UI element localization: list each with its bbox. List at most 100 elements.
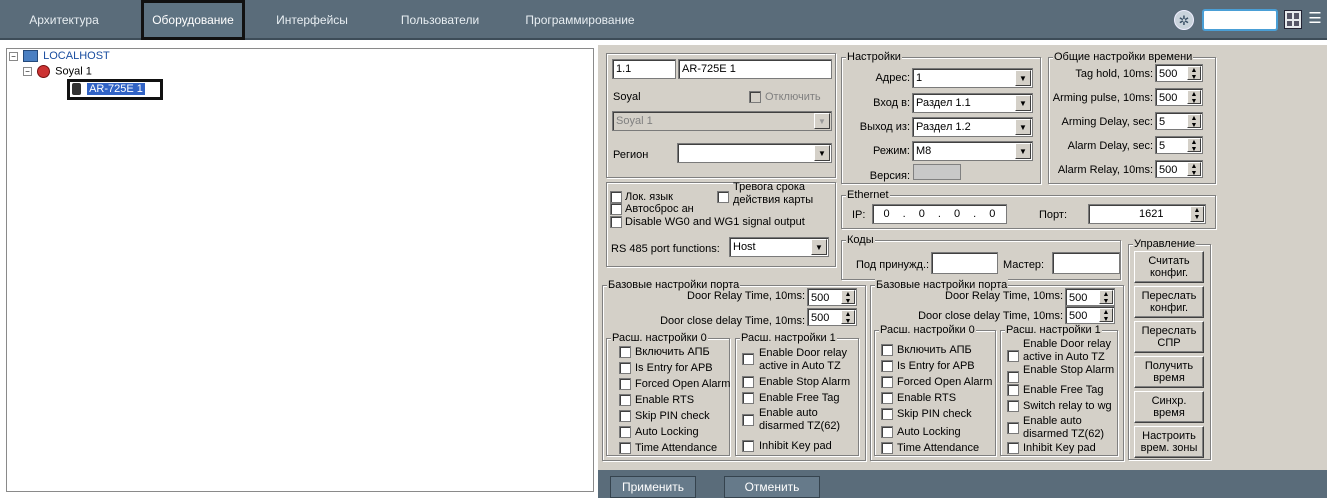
ext0-checkbox[interactable] xyxy=(619,362,631,374)
disable-checkbox[interactable] xyxy=(749,91,761,103)
ext1-checkbox[interactable] xyxy=(742,376,754,388)
apply-button[interactable]: Применить xyxy=(610,476,696,498)
device-name-field[interactable]: AR-725E 1 xyxy=(678,59,832,79)
chevron-down-icon[interactable]: ▼ xyxy=(1015,70,1031,86)
region-label: Регион xyxy=(613,149,649,161)
region-select[interactable]: ▼ xyxy=(677,143,832,163)
send-config-button[interactable]: Переслать конфиг. xyxy=(1134,286,1204,318)
collapse-icon[interactable]: − xyxy=(23,67,32,76)
chevron-down-icon[interactable]: ▼ xyxy=(1015,143,1031,159)
chevron-down-icon[interactable]: ▼ xyxy=(1015,95,1031,111)
tree-node-reader[interactable]: AR-725E 1 xyxy=(67,79,163,100)
exit-select[interactable]: Раздел 1.2 ▼ xyxy=(912,117,1033,137)
reader-icon xyxy=(72,83,81,96)
spinner-icon[interactable]: ▲ ▼ xyxy=(841,310,855,325)
ext0-checkbox[interactable] xyxy=(881,392,893,404)
ext1-checkbox[interactable] xyxy=(1007,442,1019,454)
duress-code-field[interactable] xyxy=(931,252,998,274)
tab-programming[interactable]: Программирование xyxy=(515,0,645,40)
device-number-field[interactable]: 1.1 xyxy=(612,59,676,79)
sync-time-button[interactable]: Синхр. время xyxy=(1134,391,1204,423)
ext1-group: Расш. настройки 1 Enable Door relay acti… xyxy=(1000,324,1118,456)
menu-icon[interactable]: ☰ xyxy=(1307,10,1323,29)
ext0-checkbox[interactable] xyxy=(881,426,893,438)
tab-equipment[interactable]: Оборудование xyxy=(141,0,245,40)
ext0-checkbox[interactable] xyxy=(619,442,631,454)
spinner-icon[interactable]: ▲ ▼ xyxy=(1099,290,1113,305)
get-time-button[interactable]: Получить время xyxy=(1134,356,1204,388)
ext0-label: Is Entry for APB xyxy=(635,362,713,374)
ext1-checkbox[interactable] xyxy=(1007,384,1019,396)
chevron-down-icon[interactable]: ▼ xyxy=(811,239,827,255)
timing-field[interactable]: 500 ▲ ▼ xyxy=(1155,160,1203,178)
ext1-checkbox[interactable] xyxy=(1007,422,1019,434)
spinner-icon[interactable]: ▲ ▼ xyxy=(1187,114,1201,129)
door-close-field[interactable]: 500 ▲ ▼ xyxy=(807,308,857,326)
entry-select[interactable]: Раздел 1.1 ▼ xyxy=(912,93,1033,113)
master-code-field[interactable] xyxy=(1052,252,1120,274)
ext0-checkbox[interactable] xyxy=(881,360,893,372)
ext0-checkbox[interactable] xyxy=(619,346,631,358)
tab-users[interactable]: Пользователи xyxy=(385,0,495,40)
spinner-icon[interactable]: ▲ ▼ xyxy=(1187,90,1201,105)
card-expiry-alarm-checkbox[interactable] xyxy=(717,191,729,203)
configure-time-zones-button[interactable]: Настроить врем. зоны xyxy=(1134,426,1204,458)
ext0-checkbox[interactable] xyxy=(619,378,631,390)
ext1-group: Расш. настройки 1 Enable Door relay acti… xyxy=(735,332,859,456)
door-relay-field[interactable]: 500 ▲ ▼ xyxy=(1065,288,1115,306)
timing-field[interactable]: 500 ▲ ▼ xyxy=(1155,88,1203,106)
ext0-label: Time Attendance xyxy=(635,442,718,454)
ext0-checkbox[interactable] xyxy=(619,394,631,406)
spinner-icon[interactable]: ▲ ▼ xyxy=(1187,66,1201,81)
ext0-checkbox[interactable] xyxy=(619,426,631,438)
search-input[interactable] xyxy=(1202,9,1278,31)
tree-node-soyal[interactable]: − Soyal 1 xyxy=(23,65,92,78)
ext1-checkbox[interactable] xyxy=(1007,371,1019,383)
spinner-icon[interactable]: ▲ ▼ xyxy=(1187,138,1201,153)
door-relay-field[interactable]: 500 ▲ ▼ xyxy=(807,288,857,306)
ext1-checkbox[interactable] xyxy=(742,414,754,426)
send-access-list-button[interactable]: Переслать СПР xyxy=(1134,321,1204,353)
spinner-icon[interactable]: ▲ ▼ xyxy=(841,290,855,305)
ext1-checkbox[interactable] xyxy=(1007,350,1019,362)
version-field xyxy=(913,164,961,180)
ext0-checkbox[interactable] xyxy=(881,442,893,454)
spinner-icon[interactable]: ▲ ▼ xyxy=(1190,206,1204,222)
autoreset-checkbox[interactable] xyxy=(610,203,622,215)
mode-select[interactable]: M8 ▼ xyxy=(912,141,1033,161)
gear-icon[interactable]: ✲ xyxy=(1174,10,1194,30)
port-field[interactable]: 1621 ▲ ▼ xyxy=(1088,204,1206,224)
ext0-checkbox[interactable] xyxy=(619,410,631,422)
cancel-button[interactable]: Отменить xyxy=(724,476,820,498)
rs485-label: RS 485 port functions: xyxy=(611,243,720,255)
ip-field[interactable]: 0. 0. 0. 0 xyxy=(872,204,1007,224)
ext1-checkbox[interactable] xyxy=(742,353,754,365)
spinner-icon[interactable]: ▲ ▼ xyxy=(1187,162,1201,177)
door-close-field[interactable]: 500 ▲ ▼ xyxy=(1065,306,1115,324)
spinner-icon[interactable]: ▲ ▼ xyxy=(1099,308,1113,323)
ext1-checkbox[interactable] xyxy=(742,440,754,452)
ext1-label: Inhibit Key pad xyxy=(759,440,832,452)
tab-architecture[interactable]: Архитектура xyxy=(14,0,114,40)
ext0-checkbox[interactable] xyxy=(881,408,893,420)
chevron-down-icon[interactable]: ▼ xyxy=(814,145,830,161)
rs485-select[interactable]: Host ▼ xyxy=(729,237,829,257)
tree-node-localhost[interactable]: − LOCALHOST xyxy=(9,50,110,63)
collapse-icon[interactable]: − xyxy=(9,51,18,61)
ext0-checkbox[interactable] xyxy=(881,344,893,356)
disable-wg-checkbox[interactable] xyxy=(610,216,622,228)
timing-field[interactable]: 500 ▲ ▼ xyxy=(1155,64,1203,82)
timing-field[interactable]: 5 ▲ ▼ xyxy=(1155,112,1203,130)
ext1-checkbox[interactable] xyxy=(1007,400,1019,412)
master-label: Мастер: xyxy=(1003,259,1045,271)
address-select[interactable]: 1 ▼ xyxy=(912,68,1033,88)
local-language-checkbox[interactable] xyxy=(610,191,622,203)
timing-field[interactable]: 5 ▲ ▼ xyxy=(1155,136,1203,154)
door-relay-label: Door Relay Time, 10ms: xyxy=(945,290,1063,302)
grid-view-icon[interactable] xyxy=(1284,10,1302,29)
read-config-button[interactable]: Считать конфиг. xyxy=(1134,251,1204,283)
tab-interfaces[interactable]: Интерфейсы xyxy=(262,0,362,40)
ext1-checkbox[interactable] xyxy=(742,392,754,404)
chevron-down-icon[interactable]: ▼ xyxy=(1015,119,1031,135)
ext0-checkbox[interactable] xyxy=(881,376,893,388)
